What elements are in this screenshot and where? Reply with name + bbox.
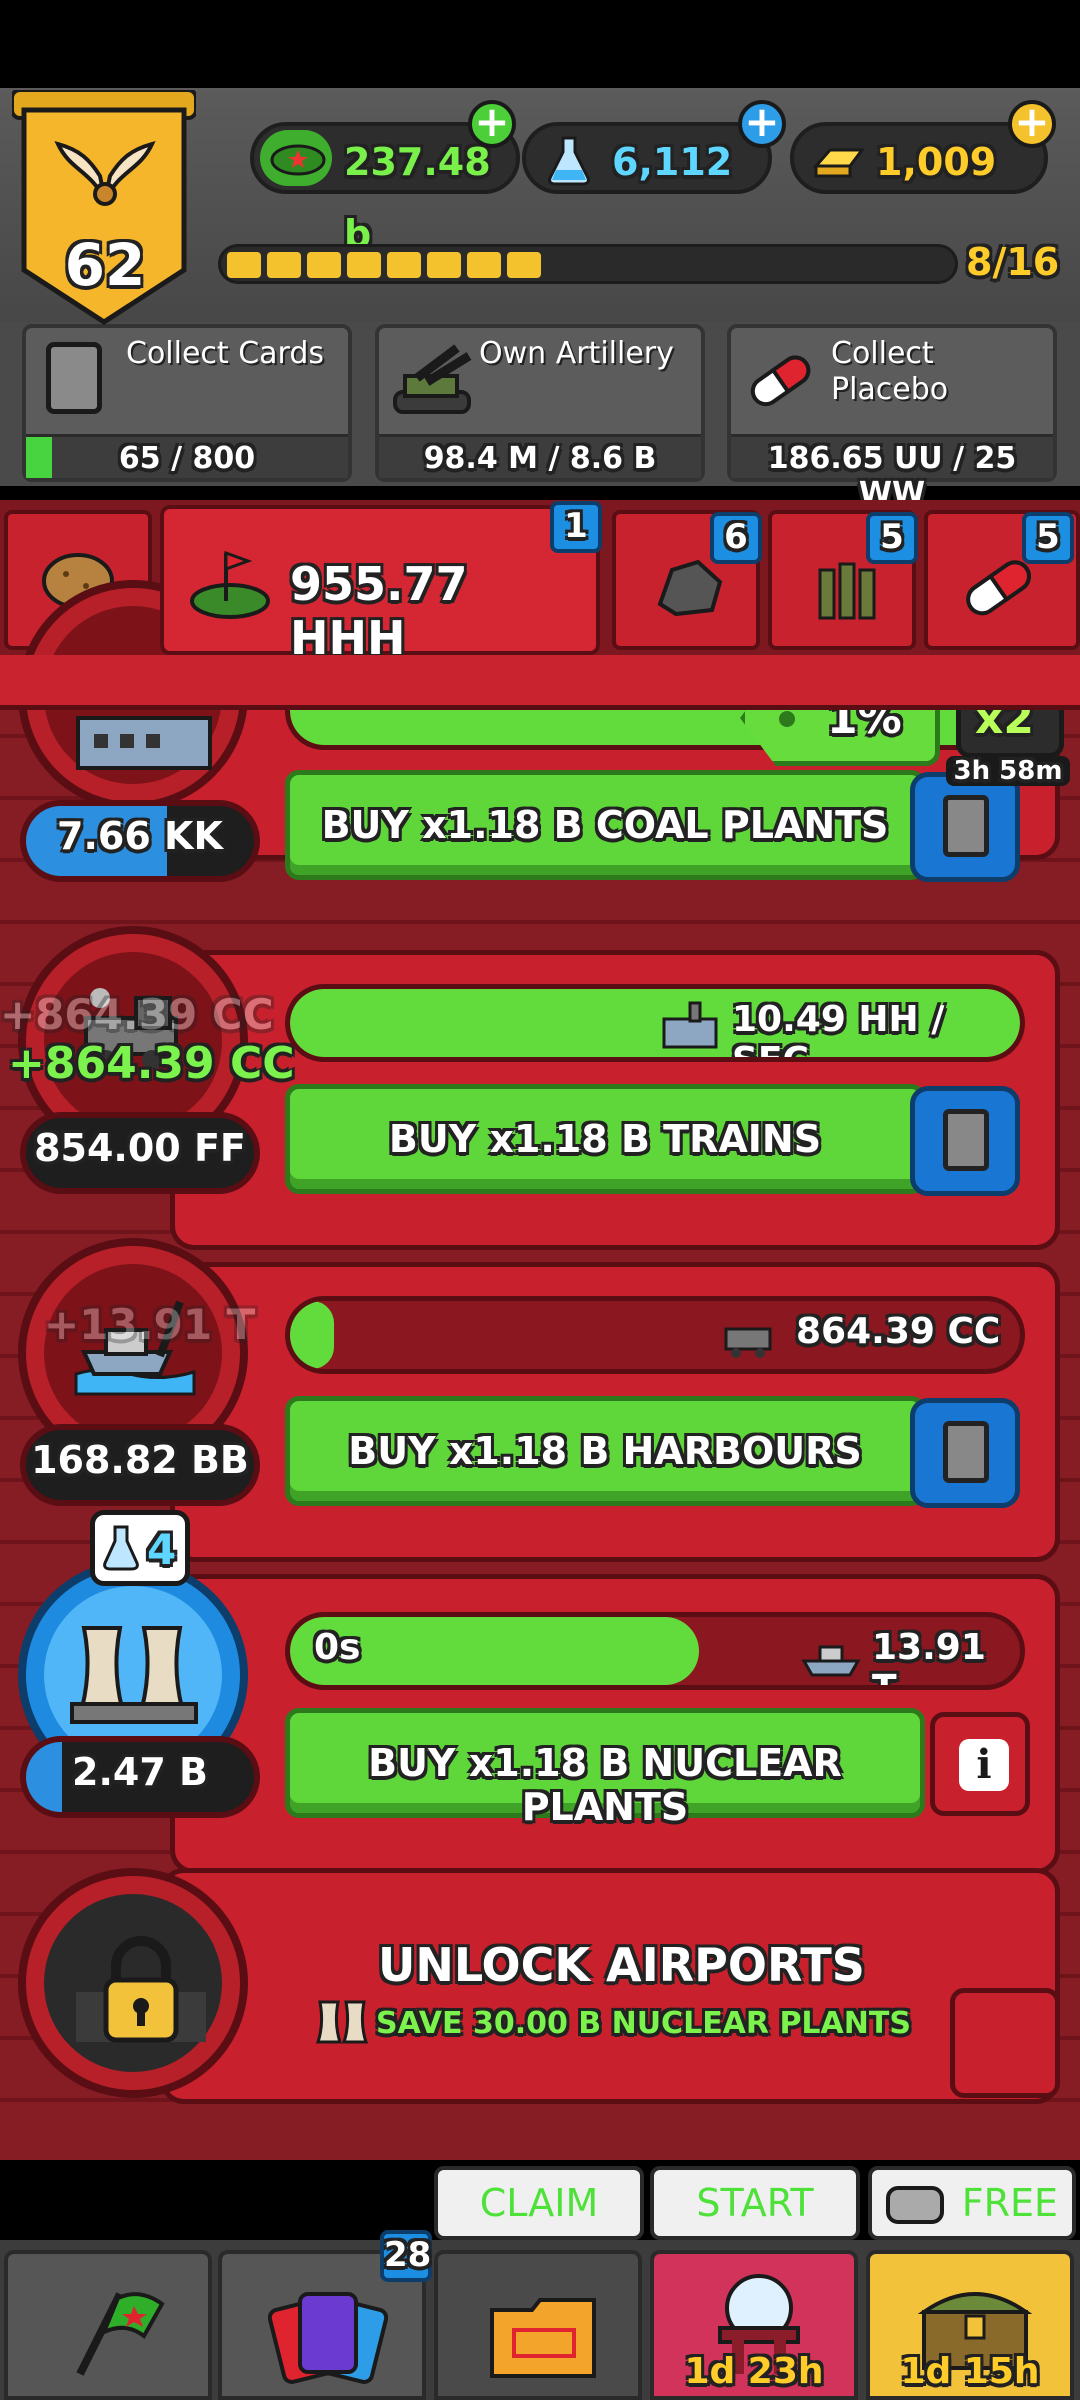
gold-bar-icon — [810, 136, 866, 186]
train-small-icon — [724, 1327, 772, 1358]
add-gold-button[interactable]: + — [1008, 100, 1056, 148]
buy-harbours-button[interactable]: BUY x1.18 B HARBOURS — [285, 1396, 925, 1506]
harbours-count: 168.82 BB — [20, 1424, 260, 1506]
event-timer: 1d 23h — [684, 2351, 824, 2392]
bottom-nav: 28 1d 23h 1d 15h — [0, 2230, 1080, 2400]
boost-timer: 3h 58m — [946, 756, 1070, 786]
quest-bar: Collect Cards 65 / 800 Own Artillery 98.… — [0, 322, 1080, 511]
tab-badge: 6 — [710, 512, 762, 564]
science-requirement-badge: 4 — [90, 1510, 190, 1586]
add-science-button[interactable]: + — [738, 100, 786, 148]
factory-icon — [662, 1001, 718, 1049]
quest-title: Own Artillery — [479, 336, 674, 371]
unlock-title: UNLOCK AIRPORTS — [378, 1938, 865, 1992]
harbours-progress: 864.39 CC — [285, 1296, 1025, 1374]
land-value: 955.77 HHH — [290, 557, 468, 665]
ship-small-icon — [801, 1645, 861, 1677]
pill-icon — [745, 350, 815, 414]
flask-icon — [546, 134, 592, 190]
player-level: 62 — [64, 231, 146, 299]
airports-circle[interactable] — [18, 1868, 248, 2098]
trains-progress: 10.49 HH / SEC — [285, 984, 1025, 1062]
tab-badge: 5 — [1022, 512, 1074, 564]
tab-land[interactable]: 955.77 HHH 1 — [160, 501, 602, 665]
ghost-income-text: +13.91 T — [44, 1300, 256, 1349]
unlock-subtitle: SAVE 30.00 B NUCLEAR PLANTS — [376, 2006, 911, 2041]
nav-missions[interactable] — [434, 2250, 642, 2400]
chest-timer: 1d 15h — [900, 2351, 1040, 2392]
claim-label: CLAIM — [434, 2166, 644, 2240]
nav-cards[interactable]: 28 — [218, 2230, 432, 2400]
card-icon — [46, 342, 102, 414]
cards-badge: 28 — [380, 2230, 432, 2282]
airports-card-slot — [950, 1988, 1060, 2098]
harbours-card-button[interactable] — [910, 1398, 1020, 1508]
xp-progress-text: 8/16 — [966, 240, 1060, 284]
wings-icon — [50, 130, 160, 224]
folder-icon — [490, 2298, 596, 2378]
tab-badge: 5 — [866, 512, 918, 564]
quest-progress: 65 / 800 — [26, 434, 348, 478]
cards-icon — [268, 2292, 388, 2384]
status-bar — [0, 0, 1080, 88]
coal-plant-icon — [76, 716, 212, 770]
science-value: 6,112 — [612, 140, 733, 184]
quest-collect-placebo[interactable]: Collect Placebo 186.65 UU / 25 WW — [727, 324, 1057, 511]
tab-underline — [0, 655, 1080, 710]
start-label: START — [650, 2166, 860, 2240]
nuclear-plants-count: 2.47 B — [20, 1736, 260, 1818]
nuclear-plants-progress: 0s 13.91 T — [285, 1612, 1025, 1690]
coal-plants-count: 7.66 KK — [20, 800, 260, 882]
tab-badge: 1 — [550, 501, 602, 553]
quest-collect-cards[interactable]: Collect Cards 65 / 800 — [22, 324, 352, 482]
info-icon: i — [959, 1739, 1009, 1791]
quest-own-artillery[interactable]: Own Artillery 98.4 M / 8.6 B — [375, 324, 705, 482]
buy-nuclear-plants-button[interactable]: BUY x1.18 B NUCLEAR PLANTS — [285, 1708, 925, 1829]
nuclear-plant-icon — [70, 1626, 198, 1724]
floating-income-text: +864.39 CC — [8, 1038, 295, 1089]
quest-title: Collect Cards — [126, 336, 325, 371]
flag-icon — [76, 2292, 165, 2376]
tab-placebo[interactable]: 5 — [924, 510, 1080, 650]
cash-icon — [260, 130, 332, 186]
nuclear-plant-small-icon — [315, 2000, 369, 2044]
gold-value: 1,009 — [876, 140, 997, 184]
production-list: 7.66 KK BUY x1.18 B COAL PLANTS 1% x2 3h… — [0, 580, 1080, 2160]
add-cash-button[interactable]: + — [468, 100, 516, 148]
tab-ammo[interactable]: 5 — [768, 510, 918, 650]
quest-title: Collect Placebo — [831, 336, 949, 407]
flask-icon — [103, 1525, 139, 1571]
lock-icon — [76, 1936, 206, 2043]
artillery-icon — [387, 342, 477, 426]
free-label: FREE — [868, 2166, 1076, 2240]
buy-trains-button[interactable]: BUY x1.18 B TRAINS — [285, 1084, 925, 1194]
ticket-icon — [886, 2186, 944, 2224]
trains-count: 854.00 FF — [20, 1112, 260, 1194]
science-pill[interactable]: 6,112 — [522, 122, 772, 194]
ghost-income-text: +864.39 CC — [0, 990, 274, 1039]
trains-card-button[interactable] — [910, 1086, 1020, 1196]
tab-ore[interactable]: 6 — [612, 510, 762, 650]
nav-map[interactable] — [4, 2250, 212, 2400]
xp-progress-bar — [218, 244, 958, 284]
info-button[interactable]: i — [930, 1712, 1030, 1816]
quest-progress: 186.65 UU / 25 WW — [731, 434, 1053, 511]
buy-coal-plants-button[interactable]: BUY x1.18 B COAL PLANTS — [285, 770, 925, 880]
nav-event[interactable]: 1d 23h — [650, 2250, 858, 2400]
nav-free-chest[interactable]: 1d 15h — [866, 2250, 1074, 2400]
quest-progress: 98.4 M / 8.6 B — [379, 434, 701, 478]
flag-land-icon — [190, 550, 270, 619]
coal-plants-card-button[interactable] — [910, 772, 1020, 882]
